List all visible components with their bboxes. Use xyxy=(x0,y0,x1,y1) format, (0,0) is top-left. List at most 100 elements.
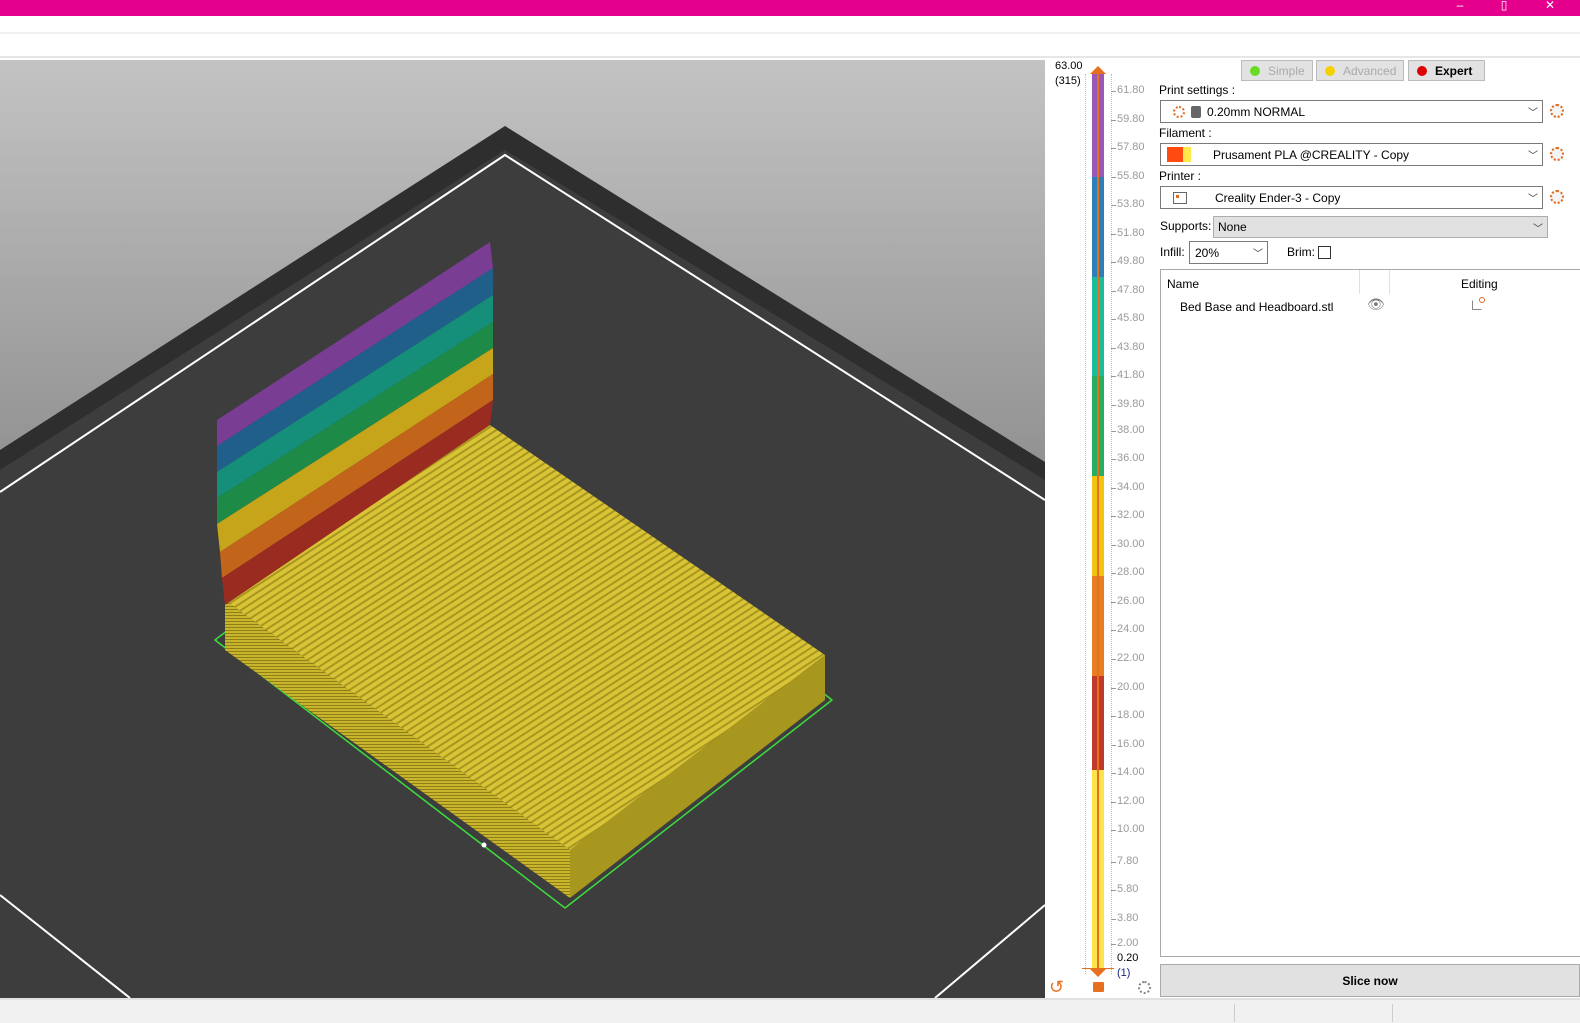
tick-mark xyxy=(1111,630,1116,632)
tick-label: 39.80 xyxy=(1117,398,1145,410)
mode-simple-label: Simple xyxy=(1268,63,1305,78)
tick-label: 47.80 xyxy=(1117,283,1145,296)
edit-filament-icon[interactable] xyxy=(1550,147,1564,161)
tick-mark xyxy=(1111,176,1116,178)
tick-mark xyxy=(1111,148,1116,150)
supports-label: Supports: xyxy=(1160,219,1212,233)
undo-arrow-icon[interactable]: ↺ xyxy=(1049,977,1064,998)
tick-label: 38.00 xyxy=(1117,423,1145,436)
tick-label: 57.80 xyxy=(1117,141,1145,154)
3d-preview-viewport[interactable] xyxy=(0,60,1045,998)
infill-combo[interactable]: 20% ﹀ xyxy=(1189,241,1268,264)
printer-value: Creality Ender-3 - Copy xyxy=(1215,190,1341,205)
tab-bar xyxy=(0,36,1580,58)
tick-mark xyxy=(1111,658,1116,660)
brim-checkbox[interactable] xyxy=(1318,246,1331,259)
tick-label: 24.00 xyxy=(1117,623,1145,636)
tick-label: 2.00 xyxy=(1117,937,1139,950)
printer-combo[interactable]: Creality Ender-3 - Copy ﹀ xyxy=(1160,186,1543,209)
tick-label: 28.00 xyxy=(1117,566,1145,579)
mode-advanced-label: Advanced xyxy=(1343,63,1397,78)
eye-icon[interactable]: 👁 xyxy=(1367,296,1385,313)
maximize-button[interactable]: ▯ xyxy=(1494,0,1514,12)
tick-mark xyxy=(1111,487,1116,489)
tick-label: 59.80 xyxy=(1117,112,1145,125)
print-settings-combo[interactable]: 0.20mm NORMAL ﹀ xyxy=(1160,100,1543,123)
tick-mark xyxy=(1111,861,1116,863)
tick-mark xyxy=(1111,405,1116,406)
object-name: Bed Base and Headboard.stl xyxy=(1180,300,1334,314)
column-header-name[interactable]: Name xyxy=(1167,277,1199,291)
tick-label: 36.00 xyxy=(1117,452,1145,465)
bottom-value: 0.20 xyxy=(1117,952,1139,964)
tick-label: 5.80 xyxy=(1117,883,1139,896)
settings-panel: Simple Advanced Expert Print settings : … xyxy=(1157,60,1580,998)
tick-mark xyxy=(1111,687,1116,689)
infill-label: Infill: xyxy=(1160,245,1185,259)
origin-marker xyxy=(481,842,487,848)
edit-printer-icon[interactable] xyxy=(1550,190,1564,204)
supports-value: None xyxy=(1218,220,1247,234)
tick-label: 7.80 xyxy=(1117,854,1139,867)
edit-print-settings-icon[interactable] xyxy=(1550,104,1564,118)
chevron-down-icon: ﹀ xyxy=(1533,224,1543,235)
close-button[interactable]: ✕ xyxy=(1540,0,1560,12)
red-dot-icon xyxy=(1417,65,1427,76)
tick-mark xyxy=(1111,716,1116,718)
tick-label: 51.80 xyxy=(1117,226,1145,239)
chevron-down-icon: ﹀ xyxy=(1528,151,1538,162)
top-layer: (315) xyxy=(1055,75,1081,87)
brim-label: Brim: xyxy=(1287,245,1315,259)
chevron-down-icon: ﹀ xyxy=(1528,194,1538,205)
tick-label: 10.00 xyxy=(1117,823,1145,836)
unlock-icon[interactable] xyxy=(1093,982,1104,992)
tick-mark xyxy=(1111,262,1116,264)
title-bar: – ▯ ✕ xyxy=(0,0,1580,16)
list-item[interactable]: Bed Base and Headboard.stl 👁 xyxy=(1161,294,1580,318)
settings-gear-icon[interactable] xyxy=(1138,981,1151,994)
tick-label: 3.80 xyxy=(1117,911,1139,924)
tick-mark xyxy=(1111,430,1116,432)
chevron-down-icon: ﹀ xyxy=(1528,108,1538,119)
tick-mark xyxy=(1111,801,1116,803)
tick-label: 53.80 xyxy=(1117,198,1145,211)
filament-combo[interactable]: Prusament PLA @CREALITY - Copy ﹀ xyxy=(1160,143,1543,166)
tick-mark xyxy=(1111,459,1116,461)
mode-simple-button[interactable]: Simple xyxy=(1241,60,1313,81)
tick-label: 16.00 xyxy=(1117,737,1145,750)
tick-label: 55.80 xyxy=(1117,169,1145,182)
tick-label: 34.00 xyxy=(1117,480,1145,493)
column-header-editing[interactable]: Editing xyxy=(1461,277,1498,291)
tick-label: 14.00 xyxy=(1117,766,1145,779)
tick-mark xyxy=(1111,573,1116,575)
tick-mark xyxy=(1111,830,1116,832)
tick-mark xyxy=(1111,319,1116,321)
print-settings-label: Print settings : xyxy=(1159,83,1236,97)
tick-label: 12.00 xyxy=(1117,794,1145,807)
upper-thumb[interactable] xyxy=(1090,66,1106,74)
tick-label: 20.00 xyxy=(1117,680,1145,693)
mode-expert-button[interactable]: Expert xyxy=(1408,60,1485,81)
mode-advanced-button[interactable]: Advanced xyxy=(1316,60,1404,81)
tick-label: 61.80 xyxy=(1117,84,1145,97)
supports-select[interactable]: None ﹀ xyxy=(1213,216,1548,238)
tick-label: 30.00 xyxy=(1117,537,1145,550)
tick-label: 43.80 xyxy=(1117,340,1145,353)
tick-mark xyxy=(1111,205,1116,207)
tick-mark xyxy=(1111,890,1116,892)
layer-slider[interactable]: 63.00 (315) 61.80 59.80 57.80 55.80 53.80 51.… xyxy=(1045,60,1157,998)
minimize-button[interactable]: – xyxy=(1450,0,1470,12)
slice-now-button[interactable]: Slice now xyxy=(1160,964,1580,997)
tick-label: 26.00 xyxy=(1117,594,1145,607)
printer-label: Printer : xyxy=(1159,169,1202,183)
print-settings-value: 0.20mm NORMAL xyxy=(1207,104,1306,119)
lower-thumb[interactable] xyxy=(1090,969,1106,977)
tick-mark xyxy=(1111,91,1116,93)
infill-value: 20% xyxy=(1195,245,1220,260)
tick-label: 49.80 xyxy=(1117,255,1145,268)
top-value: 63.00 xyxy=(1055,60,1083,72)
status-bar xyxy=(0,998,1580,1023)
tick-label: 32.00 xyxy=(1117,509,1145,522)
lock-icon xyxy=(1191,105,1201,118)
menu-bar xyxy=(0,16,1580,34)
